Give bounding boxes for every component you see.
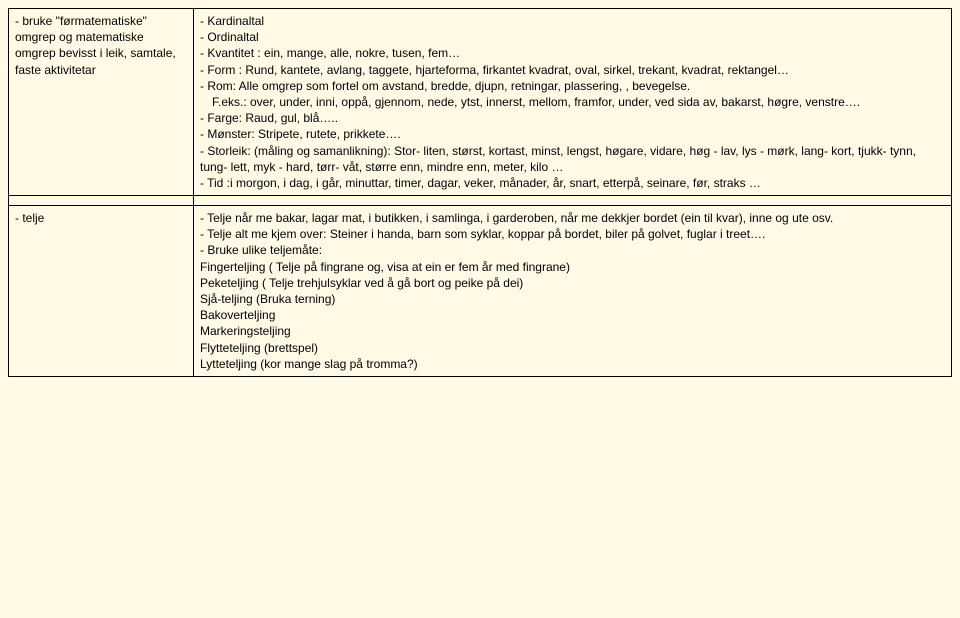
right-line: - Farge: Raud, gul, blå….. (200, 110, 945, 126)
left-cell: - telje (9, 206, 194, 377)
left-cell (9, 196, 194, 206)
right-line: - Rom: Alle omgrep som fortel om avstand… (200, 78, 945, 94)
right-line: - Tid :i morgon, i dag, i går, minuttar,… (200, 175, 945, 191)
right-line: - Bruke ulike teljemåte: (200, 242, 945, 258)
right-line: Bakoverteljing (200, 307, 945, 323)
table-row: - telje - Telje når me bakar, lagar mat,… (9, 206, 952, 377)
table-row: - bruke "førmatematiske" omgrep og matem… (9, 9, 952, 196)
right-line: - Form : Rund, kantete, avlang, taggete,… (200, 62, 945, 78)
document-table: - bruke "førmatematiske" omgrep og matem… (8, 8, 952, 377)
right-line: Lytteteljing (kor mange slag på tromma?) (200, 356, 945, 372)
right-cell (194, 196, 952, 206)
spacer-row (9, 196, 952, 206)
right-line: - Kardinaltal (200, 13, 945, 29)
right-line: - Telje når me bakar, lagar mat, i butik… (200, 210, 945, 226)
right-line: Flytteteljing (brettspel) (200, 340, 945, 356)
left-cell: - bruke "førmatematiske" omgrep og matem… (9, 9, 194, 196)
right-cell: - Kardinaltal - Ordinaltal - Kvantitet :… (194, 9, 952, 196)
right-line: - Kvantitet : ein, mange, alle, nokre, t… (200, 45, 945, 61)
right-line: - Storleik: (måling og samanlikning): St… (200, 143, 945, 175)
left-text: - telje (15, 210, 187, 226)
right-line: F.eks.: over, under, inni, oppå, gjennom… (200, 94, 945, 110)
left-text: - bruke "førmatematiske" omgrep og matem… (15, 13, 187, 78)
right-line: Peketeljing ( Telje trehjulsyklar ved å … (200, 275, 945, 291)
right-line: Markeringsteljing (200, 323, 945, 339)
right-line: Sjå-teljing (Bruka terning) (200, 291, 945, 307)
right-line: Fingerteljing ( Telje på fingrane og, vi… (200, 259, 945, 275)
right-line: - Ordinaltal (200, 29, 945, 45)
right-line: - Mønster: Stripete, rutete, prikkete…. (200, 126, 945, 142)
right-line: - Telje alt me kjem over: Steiner i hand… (200, 226, 945, 242)
right-cell: - Telje når me bakar, lagar mat, i butik… (194, 206, 952, 377)
